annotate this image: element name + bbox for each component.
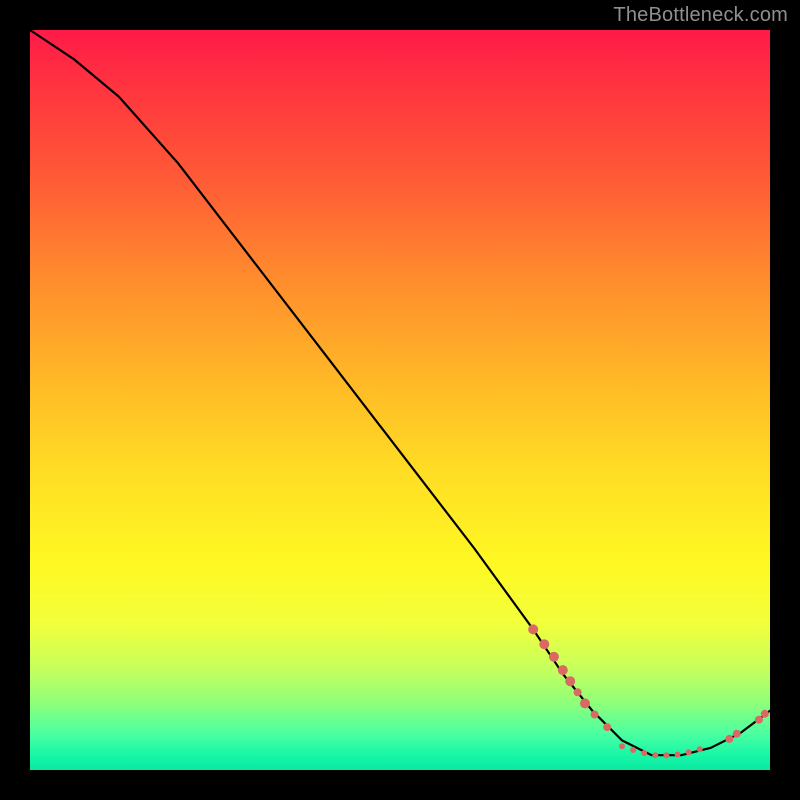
- data-point-marker: [652, 752, 658, 758]
- data-point-marker: [574, 688, 582, 696]
- data-point-marker: [528, 624, 538, 634]
- data-point-marker: [558, 665, 568, 675]
- data-point-marker: [591, 711, 599, 719]
- data-point-marker: [603, 723, 611, 731]
- data-point-marker: [725, 735, 733, 743]
- chart-svg: [30, 30, 770, 770]
- data-point-marker: [697, 746, 703, 752]
- data-point-marker: [630, 747, 636, 753]
- data-point-marker: [539, 639, 549, 649]
- data-point-marker: [663, 752, 669, 758]
- markers-group: [528, 624, 769, 758]
- plot-area: [30, 30, 770, 770]
- data-point-marker: [580, 698, 590, 708]
- data-point-marker: [675, 752, 681, 758]
- data-point-marker: [549, 652, 559, 662]
- data-point-marker: [733, 730, 741, 738]
- data-point-marker: [641, 750, 647, 756]
- data-point-marker: [619, 743, 625, 749]
- bottleneck-curve: [30, 30, 770, 755]
- data-point-marker: [755, 716, 763, 724]
- attribution-label: TheBottleneck.com: [613, 4, 788, 27]
- chart-container: TheBottleneck.com: [0, 0, 800, 800]
- data-point-marker: [761, 710, 769, 718]
- data-point-marker: [686, 749, 692, 755]
- data-point-marker: [565, 676, 575, 686]
